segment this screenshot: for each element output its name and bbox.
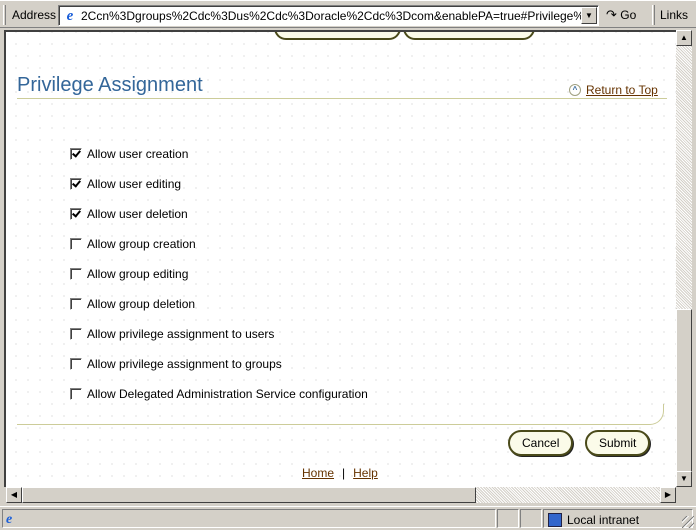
privilege-label[interactable]: Allow Delegated Administration Service c… — [87, 387, 368, 401]
privilege-checkbox[interactable] — [70, 358, 82, 370]
return-to-top-text[interactable]: Return to Top — [586, 83, 658, 97]
privilege-checkbox[interactable] — [70, 238, 82, 250]
privilege-list: Allow user creation Allow user editing All… — [70, 139, 368, 409]
privilege-checkbox[interactable] — [70, 328, 82, 340]
privilege-option: Allow user creation — [70, 139, 368, 169]
go-arrow-icon: ↷ — [606, 7, 617, 22]
section-corner — [636, 404, 664, 425]
arrow-up-icon: ▲ — [680, 33, 688, 42]
go-label: Go — [620, 8, 637, 22]
zone-label: Local intranet — [567, 513, 640, 527]
local-intranet-icon — [548, 513, 562, 527]
privilege-label[interactable]: Allow user deletion — [87, 207, 188, 221]
resize-grip[interactable] — [682, 516, 694, 528]
privilege-label[interactable]: Allow privilege assignment to groups — [87, 357, 282, 371]
section-title: Privilege Assignment — [17, 74, 203, 96]
privilege-checkbox[interactable] — [70, 268, 82, 280]
vertical-scrollbar[interactable]: ▲ ▼ — [676, 30, 692, 487]
scroll-right-button[interactable]: ▶ — [660, 487, 676, 503]
privilege-option: Allow group deletion — [70, 289, 368, 319]
links-button[interactable]: Links — [660, 8, 688, 22]
arrow-down-icon: ▼ — [680, 474, 688, 483]
title-divider — [17, 98, 667, 99]
vertical-scroll-thumb[interactable] — [676, 309, 692, 473]
privilege-label[interactable]: Allow group editing — [87, 267, 188, 281]
status-message-cell — [2, 509, 496, 528]
privilege-option: Allow Delegated Administration Service c… — [70, 379, 368, 409]
status-cell — [497, 509, 519, 528]
privilege-option: Allow privilege assignment to groups — [70, 349, 368, 379]
chevron-down-icon: ▼ — [585, 11, 593, 20]
address-dropdown-button[interactable]: ▼ — [581, 7, 597, 24]
horizontal-scrollbar[interactable]: ◀ ▶ — [6, 487, 676, 503]
arrow-left-icon: ◀ — [10, 490, 18, 499]
address-url[interactable]: 2Ccn%3Dgroups%2Cdc%3Dus%2Cdc%3Doracle%2C… — [81, 9, 581, 23]
address-toolbar: Address e 2Ccn%3Dgroups%2Cdc%3Dus%2Cdc%3… — [0, 0, 696, 28]
status-cell — [520, 509, 542, 528]
privilege-label[interactable]: Allow user editing — [87, 177, 181, 191]
submit-button[interactable]: Submit — [585, 430, 651, 456]
return-to-top-link[interactable]: ^ Return to Top — [569, 83, 658, 97]
page-content: Privilege Assignment ^ Return to Top All… — [4, 30, 676, 487]
scroll-left-button[interactable]: ◀ — [6, 487, 22, 503]
home-link[interactable]: Home — [302, 466, 334, 480]
go-button[interactable]: ↷ Go — [606, 7, 636, 23]
privilege-option: Allow group editing — [70, 259, 368, 289]
privilege-checkbox[interactable] — [70, 298, 82, 310]
scroll-down-button[interactable]: ▼ — [676, 471, 692, 487]
privilege-checkbox[interactable] — [70, 148, 82, 160]
partial-button-left[interactable] — [274, 32, 401, 40]
privilege-checkbox[interactable] — [70, 388, 82, 400]
privilege-label[interactable]: Allow user creation — [87, 147, 188, 161]
scroll-up-button[interactable]: ▲ — [676, 30, 692, 46]
status-bar: e Local intranet — [0, 506, 696, 530]
privilege-option: Allow privilege assignment to users — [70, 319, 368, 349]
partial-button-right[interactable] — [403, 32, 535, 40]
horizontal-scroll-track[interactable] — [476, 487, 660, 503]
address-label: Address — [12, 8, 57, 22]
horizontal-scroll-thumb[interactable] — [22, 487, 476, 503]
privilege-label[interactable]: Allow group deletion — [87, 297, 195, 311]
privilege-checkbox[interactable] — [70, 208, 82, 220]
privilege-label[interactable]: Allow group creation — [87, 237, 196, 251]
cancel-button[interactable]: Cancel — [508, 430, 574, 456]
address-input[interactable]: e 2Ccn%3Dgroups%2Cdc%3Dus%2Cdc%3Doracle%… — [58, 5, 599, 26]
help-link[interactable]: Help — [353, 466, 378, 480]
toolbar-grip[interactable] — [3, 5, 6, 25]
toolbar-grip[interactable] — [652, 5, 655, 25]
section-bottom-divider — [17, 424, 647, 425]
privilege-checkbox[interactable] — [70, 178, 82, 190]
ie-page-icon: e — [66, 8, 74, 24]
arrow-right-icon: ▶ — [664, 490, 672, 499]
privilege-option: Allow group creation — [70, 229, 368, 259]
privilege-option: Allow user deletion — [70, 199, 368, 229]
ie-page-icon: e — [6, 512, 13, 527]
privilege-option: Allow user editing — [70, 169, 368, 199]
up-arrow-icon: ^ — [569, 84, 581, 96]
footer-separator: | — [342, 466, 346, 480]
privilege-label[interactable]: Allow privilege assignment to users — [87, 327, 274, 341]
footer-links: Home | Help — [302, 466, 378, 480]
